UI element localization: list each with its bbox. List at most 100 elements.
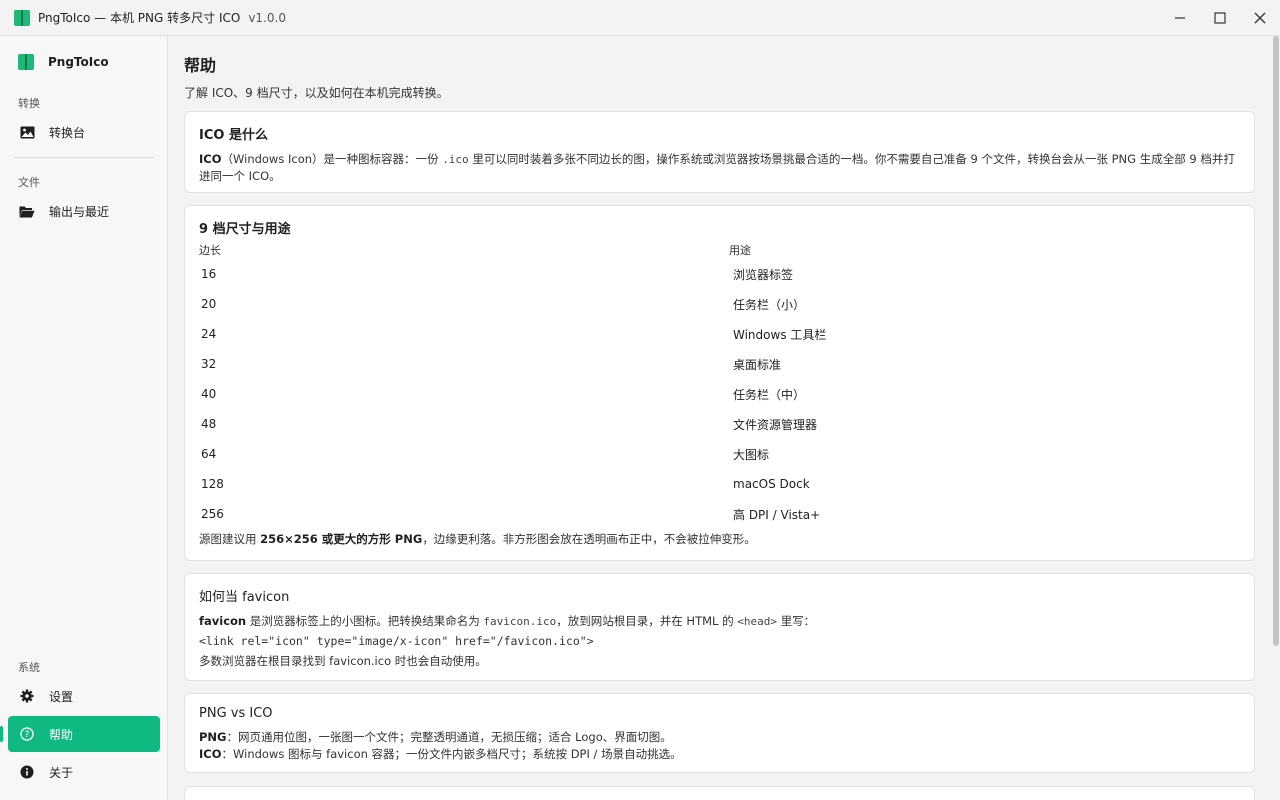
term-favicon: favicon (199, 614, 247, 628)
minimize-icon (1175, 17, 1185, 19)
usage-cell: macOS Dock (733, 477, 810, 491)
body-text: 里写： (777, 614, 816, 628)
table-row: 64 大图标 (199, 439, 1242, 469)
info-icon (19, 764, 35, 780)
body-text: 是浏览器标签上的小图标。把转换结果命名为 (246, 614, 484, 628)
column-header-usage: 用途 (729, 244, 751, 257)
section-label-files: 文件 (18, 176, 40, 189)
table-row: 128 macOS Dock (199, 469, 1242, 499)
gear-icon (19, 688, 35, 704)
table-header-row: 边长 用途 (199, 241, 1242, 259)
sidebar-item-settings[interactable]: 设置 (8, 678, 160, 714)
code-filename: favicon.ico (483, 615, 557, 628)
sidebar-item-help[interactable]: ? 帮助 (8, 716, 160, 752)
usage-cell: Windows 工具栏 (733, 327, 827, 342)
sidebar-item-workbench[interactable]: 转换台 (8, 114, 160, 150)
usage-cell: 任务栏（中） (733, 387, 806, 402)
sidebar: PngToIco 转换 转换台 文件 输出与最近 系统 设置 ? 帮助 关于 (0, 36, 168, 800)
sidebar-item-label: 帮助 (49, 727, 74, 742)
sizes-table: 边长 用途 16 浏览器标签 20 任务栏（小） 24 Windows 工具栏 32 桌… (199, 241, 1242, 529)
column-header-size: 边长 (199, 244, 221, 257)
card-what-is-ico: ICO 是什么 ICO（Windows Icon）是一种图标容器：一份 .ico… (184, 111, 1255, 193)
table-row: 20 任务栏（小） (199, 289, 1242, 319)
size-cell: 20 (201, 297, 217, 311)
card-title: 如何当 favicon (199, 590, 290, 605)
maximize-icon (1214, 12, 1226, 24)
favicon-line-1: favicon 是浏览器标签上的小图标。把转换结果命名为 favicon.ico… (199, 613, 1240, 630)
card-sizes: 9 档尺寸与用途 边长 用途 16 浏览器标签 20 任务栏（小） 24 Window… (184, 205, 1255, 561)
sidebar-item-label: 设置 (49, 689, 74, 704)
compare-ico: ICO：Windows 图标与 favicon 容器；一份文件内嵌多档尺寸；系统… (199, 746, 1240, 763)
image-icon (19, 124, 35, 140)
sidebar-divider (14, 157, 154, 158)
sidebar-brand: PngToIco (18, 54, 109, 70)
note-text: ，边缘更利落。非方形图会放在透明画布正中，不会被拉伸变形。 (422, 532, 756, 546)
maximize-button[interactable] (1200, 0, 1240, 36)
main-content: 帮助 了解 ICO、9 档尺寸，以及如何在本机完成转换。 ICO 是什么 ICO… (168, 36, 1270, 800)
sizes-note: 源图建议用 256×256 或更大的方形 PNG，边缘更利落。非方形图会放在透明… (199, 531, 1240, 548)
card-title: PNG vs ICO (199, 706, 273, 721)
size-cell: 256 (201, 507, 224, 521)
app-logo-icon (14, 9, 30, 26)
size-cell: 16 (201, 267, 217, 281)
card-png-vs-ico: PNG vs ICO PNG：网页通用位图，一张图一个文件；完整透明通道，无损压… (184, 693, 1255, 773)
size-cell: 32 (201, 357, 217, 371)
section-label-convert: 转换 (18, 97, 40, 110)
code-head-tag: <head> (737, 615, 777, 628)
code-ico: .ico (442, 153, 469, 166)
usage-cell: 浏览器标签 (733, 267, 794, 282)
size-cell: 48 (201, 417, 217, 431)
usage-cell: 桌面标准 (733, 357, 782, 372)
page-title: 帮助 (184, 56, 217, 75)
scrollbar-thumb[interactable] (1273, 36, 1279, 646)
size-cell: 40 (201, 387, 217, 401)
size-cell: 128 (201, 477, 224, 491)
section-label-system: 系统 (18, 661, 40, 674)
sidebar-item-label: 关于 (49, 765, 74, 780)
favicon-code-snippet[interactable]: <link rel="icon" type="image/x-icon" hre… (199, 633, 1240, 650)
window-controls (1160, 0, 1280, 36)
svg-text:?: ? (25, 730, 30, 740)
window-title: PngToIco — 本机 PNG 转多尺寸 ICO (38, 11, 241, 25)
table-row: 24 Windows 工具栏 (199, 319, 1242, 349)
table-row: 40 任务栏（中） (199, 379, 1242, 409)
brand-logo-icon (18, 54, 34, 70)
minimize-button[interactable] (1160, 0, 1200, 36)
page-subtitle: 了解 ICO、9 档尺寸，以及如何在本机完成转换。 (184, 86, 449, 100)
note-text: 源图建议用 (199, 532, 261, 546)
favicon-line-3: 多数浏览器在根目录找到 favicon.ico 时也会自动使用。 (199, 654, 487, 668)
title-bar: PngToIco — 本机 PNG 转多尺寸 ICO v1.0.0 (0, 0, 1280, 36)
table-row: 256 高 DPI / Vista+ (199, 499, 1242, 529)
usage-cell: 高 DPI / Vista+ (733, 507, 821, 522)
size-cell: 24 (201, 327, 217, 341)
term-ico: ICO (199, 747, 222, 761)
usage-cell: 大图标 (733, 447, 770, 462)
usage-cell: 文件资源管理器 (733, 417, 818, 432)
folder-open-icon (19, 203, 35, 219)
sidebar-item-label: 输出与最近 (49, 204, 110, 219)
table-row: 16 浏览器标签 (199, 259, 1242, 289)
card-title: ICO 是什么 (199, 128, 268, 143)
active-indicator (0, 726, 3, 742)
body-text: ：Windows 图标与 favicon 容器；一份文件内嵌多档尺寸；系统按 D… (221, 747, 682, 761)
usage-cell: 任务栏（小） (733, 297, 806, 312)
table-row: 32 桌面标准 (199, 349, 1242, 379)
sidebar-item-output[interactable]: 输出与最近 (8, 193, 160, 229)
size-cell: 64 (201, 447, 217, 461)
card-body: ICO（Windows Icon）是一种图标容器：一份 .ico 里可以同时装着… (199, 151, 1240, 185)
body-text: （Windows Icon）是一种图标容器：一份 (221, 152, 443, 166)
card-next-partial (184, 786, 1255, 800)
term-ico: ICO (199, 152, 222, 166)
sidebar-item-about[interactable]: 关于 (8, 754, 160, 790)
sidebar-item-label: 转换台 (49, 125, 86, 140)
scrollbar-track[interactable] (1270, 36, 1280, 800)
question-circle-icon: ? (19, 726, 35, 742)
body-text: ：网页通用位图，一张图一个文件；完整透明通道，无损压缩；适合 Logo、界面切图… (226, 730, 672, 744)
body-text: ，放到网站根目录，并在 HTML 的 (556, 614, 738, 628)
table-row: 48 文件资源管理器 (199, 409, 1242, 439)
compare-png: PNG：网页通用位图，一张图一个文件；完整透明通道，无损压缩；适合 Logo、界… (199, 729, 1240, 746)
window-version: v1.0.0 (248, 10, 286, 25)
brand-name: PngToIco (48, 55, 109, 69)
term-png: PNG (199, 730, 227, 744)
close-button[interactable] (1240, 0, 1280, 36)
